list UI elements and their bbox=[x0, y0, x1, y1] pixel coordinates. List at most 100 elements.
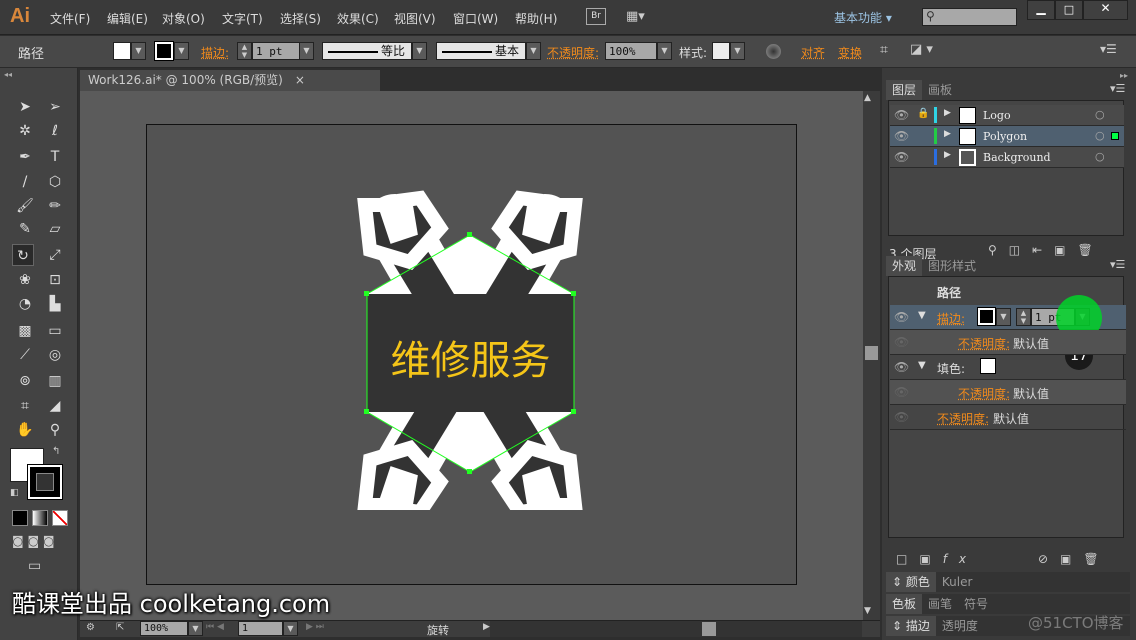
visibility-eye-icon[interactable]: 👁 bbox=[894, 335, 909, 349]
horizontal-scrollbar[interactable] bbox=[490, 621, 862, 637]
polygon-tool-icon[interactable]: ⬡ bbox=[44, 171, 66, 193]
slice-tool-icon[interactable]: ◢ bbox=[44, 395, 66, 417]
status-menu-icon[interactable]: ▶ bbox=[483, 622, 490, 632]
hand-tool-icon[interactable]: ✋ bbox=[14, 419, 36, 441]
stroke-swatch[interactable] bbox=[154, 41, 174, 61]
transform-link[interactable]: 变换 bbox=[838, 44, 862, 61]
next-artboard-icon[interactable]: ▶ ⏭ bbox=[306, 622, 324, 632]
perspective-grid-tool-icon[interactable]: ▙ bbox=[44, 293, 66, 315]
blob-brush-tool-icon[interactable]: ✎ bbox=[14, 218, 36, 240]
visibility-eye-icon[interactable]: 👁 bbox=[894, 385, 909, 399]
recolor-artwork-icon[interactable] bbox=[766, 44, 781, 59]
fill-swatch[interactable] bbox=[980, 358, 996, 374]
visibility-eye-icon[interactable]: 👁 bbox=[894, 360, 909, 374]
menu-select[interactable]: 选择(S) bbox=[280, 10, 321, 27]
hscroll-thumb[interactable] bbox=[702, 622, 716, 636]
brush-dropdown[interactable]: ▼ bbox=[526, 42, 541, 60]
menu-window[interactable]: 窗口(W) bbox=[453, 10, 498, 27]
visibility-eye-icon[interactable]: 👁 bbox=[894, 410, 909, 424]
opacity-link[interactable]: 不透明度: bbox=[547, 44, 599, 61]
expand-arrow-icon[interactable]: ▶ bbox=[944, 108, 951, 118]
arrange-documents-icon[interactable]: ▦▾ bbox=[626, 9, 656, 25]
stroke-swatch[interactable] bbox=[977, 307, 996, 326]
target-circle-icon[interactable]: ○ bbox=[1095, 150, 1105, 163]
target-circle-icon[interactable]: ○ bbox=[1095, 129, 1105, 142]
paintbrush-tool-icon[interactable]: 🖌 bbox=[14, 195, 36, 217]
tab-artboards[interactable]: 画板 bbox=[922, 80, 958, 100]
tab-color[interactable]: ⇕ 颜色 bbox=[886, 572, 936, 592]
color-mode-icon[interactable] bbox=[12, 510, 28, 526]
artboard-input[interactable]: 1 bbox=[238, 621, 283, 636]
gpu-icon[interactable]: ⚙ bbox=[86, 622, 95, 633]
scroll-thumb[interactable] bbox=[865, 346, 878, 360]
magic-wand-tool-icon[interactable]: ✲ bbox=[14, 120, 36, 142]
align-link[interactable]: 对齐 bbox=[801, 44, 825, 61]
visibility-eye-icon[interactable]: 👁 bbox=[894, 108, 909, 122]
stroke-color-swatch[interactable] bbox=[27, 464, 63, 500]
gradient-tool-icon[interactable]: ▭ bbox=[44, 320, 66, 342]
eraser-tool-icon[interactable]: ▱ bbox=[44, 218, 66, 240]
gradient-mode-icon[interactable] bbox=[32, 510, 48, 526]
graph-tool-icon[interactable]: ▥ bbox=[44, 370, 66, 392]
free-transform-tool-icon[interactable]: ⊡ bbox=[44, 269, 66, 291]
workspace-switcher[interactable]: 基本功能 ▾ bbox=[834, 9, 892, 26]
tab-appearance[interactable]: 外观 bbox=[886, 256, 923, 276]
opacity-link[interactable]: 不透明度: bbox=[937, 410, 989, 427]
stroke-link[interactable]: 描边: bbox=[937, 310, 965, 327]
tab-graphic-styles[interactable]: 图形样式 bbox=[922, 256, 982, 276]
menu-file[interactable]: 文件(F) bbox=[50, 10, 90, 27]
tab-swatches[interactable]: 色板 bbox=[886, 594, 923, 614]
tab-stroke[interactable]: ⇕ 描边 bbox=[886, 616, 936, 636]
profile-dropdown[interactable]: ▼ bbox=[412, 42, 427, 60]
expand-arrow-icon[interactable]: ▶ bbox=[944, 150, 951, 160]
share-icon[interactable]: ⇱ bbox=[116, 622, 124, 633]
visibility-eye-icon[interactable]: 👁 bbox=[894, 310, 909, 324]
tab-layers[interactable]: 图层 bbox=[886, 80, 923, 100]
appearance-menu-icon[interactable]: ▾☰ bbox=[1110, 258, 1125, 271]
expand-arrow-icon[interactable]: ▶ bbox=[944, 129, 951, 139]
lasso-tool-icon[interactable]: ℓ bbox=[44, 120, 66, 142]
pen-tool-icon[interactable]: ✒ bbox=[14, 146, 36, 168]
menu-type[interactable]: 文字(T) bbox=[222, 10, 263, 27]
lock-icon[interactable]: 🔒 bbox=[917, 108, 929, 119]
scroll-up-icon[interactable]: ▲ bbox=[864, 93, 871, 103]
mesh-tool-icon[interactable]: ▩ bbox=[14, 320, 36, 342]
search-input[interactable]: ⚲ bbox=[922, 8, 1017, 26]
expand-panels-icon[interactable]: ▸▸ bbox=[1120, 71, 1128, 80]
appearance-stroke-opacity-row[interactable]: 👁 不透明度: 默认值 bbox=[890, 330, 1126, 355]
zoom-input[interactable]: 100% bbox=[140, 621, 188, 636]
first-artboard-icon[interactable]: ⏮ ◀ bbox=[206, 622, 224, 632]
selection-tool-icon[interactable]: ➤ bbox=[14, 96, 36, 118]
layers-menu-icon[interactable]: ▾☰ bbox=[1110, 82, 1125, 95]
document-tab[interactable]: Work126.ai* @ 100% (RGB/预览) × bbox=[80, 70, 380, 91]
artboard-tool-icon[interactable]: ⌗ bbox=[14, 395, 36, 417]
stroke-weight-input[interactable]: 1 pt bbox=[252, 42, 300, 60]
appearance-fill-row[interactable]: 👁 ▼ 填色: bbox=[890, 355, 1126, 380]
stroke-swatch-dropdown[interactable]: ▼ bbox=[996, 308, 1011, 326]
zoom-dropdown[interactable]: ▼ bbox=[188, 621, 203, 636]
symbol-sprayer-tool-icon[interactable]: ⊚ bbox=[14, 370, 36, 392]
stroke-stepper[interactable]: ▲ ▼ bbox=[237, 42, 252, 60]
stroke-link[interactable]: 描边: bbox=[201, 44, 229, 61]
tab-brushes[interactable]: 画笔 bbox=[922, 594, 958, 614]
opacity-link[interactable]: 不透明度: bbox=[958, 335, 1010, 352]
scale-tool-icon[interactable]: ⤢ bbox=[44, 244, 66, 266]
drawing-modes-icon[interactable]: ◙ ◙ ◙ bbox=[12, 534, 55, 548]
appearance-fill-opacity-row[interactable]: 👁 不透明度: 默认值 bbox=[890, 380, 1126, 405]
layer-row-background[interactable]: 👁 ▶ Background ○ bbox=[890, 147, 1124, 168]
brush-definition[interactable]: 基本 bbox=[436, 42, 526, 60]
pencil-tool-icon[interactable]: ✏ bbox=[44, 195, 66, 217]
menu-view[interactable]: 视图(V) bbox=[394, 10, 436, 27]
menu-object[interactable]: 对象(O) bbox=[162, 10, 205, 27]
appearance-actions-left[interactable]: □▣fx bbox=[896, 552, 978, 566]
layer-name[interactable]: Logo bbox=[983, 109, 1011, 122]
layer-name[interactable]: Polygon bbox=[983, 130, 1027, 143]
layers-actions[interactable]: ⚲◫⇤▣🗑 bbox=[988, 243, 1105, 257]
selection-indicator[interactable] bbox=[1111, 132, 1119, 140]
eyedropper-tool-icon[interactable]: ⟋ bbox=[14, 344, 36, 366]
type-tool-icon[interactable]: T bbox=[44, 146, 66, 168]
variable-width-profile[interactable]: 等比 bbox=[322, 42, 412, 60]
line-tool-icon[interactable]: / bbox=[14, 171, 36, 193]
tab-kuler[interactable]: Kuler bbox=[936, 572, 979, 592]
fill-dropdown[interactable]: ▼ bbox=[131, 42, 146, 60]
